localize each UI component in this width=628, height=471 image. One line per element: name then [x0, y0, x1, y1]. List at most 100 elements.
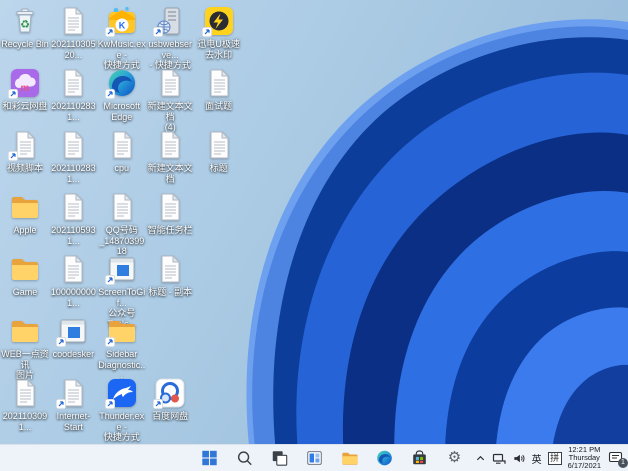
- desktop-icon-doc-1000000001[interactable]: 1000000001...: [49, 253, 97, 308]
- icon-label: 标题 - 副本: [148, 287, 193, 297]
- desktop-icon-usbwebserver-shortcut[interactable]: usbwebserve... - 快捷方式: [146, 5, 194, 71]
- desktop-icon-doc-mianshiti[interactable]: 面试题: [195, 67, 243, 112]
- network-icon[interactable]: [492, 452, 506, 465]
- icon-label: usbwebserve... - 快捷方式: [148, 39, 192, 70]
- start-button[interactable]: [196, 447, 224, 469]
- icon-label: 百度网盘: [152, 411, 189, 421]
- shortcut-arrow-icon: [104, 89, 115, 99]
- desktop-icon-folder-game[interactable]: Game: [1, 253, 49, 298]
- edge-icon: [104, 67, 138, 99]
- windows-desktop: ♻ Recycle Bin 20211030520... K KwMusic.exe -…: [0, 0, 628, 471]
- clock[interactable]: 12:21 PM Thursday 6/17/2021: [568, 446, 601, 470]
- system-tray: 英 拼 12:21 PM Thursday 6/17/2021 1: [475, 445, 628, 471]
- svg-text:K: K: [119, 21, 126, 31]
- desktop-icon-doc-2021103091[interactable]: 2021103091...: [1, 377, 49, 432]
- tray-chevron-up-icon[interactable]: [475, 453, 486, 464]
- shortcut-arrow-icon: [153, 399, 164, 409]
- doc-icon: [203, 67, 235, 99]
- desktop-icon-doc-2021102831-a[interactable]: 2021102831...: [49, 67, 97, 122]
- desktop-icon-microsoft-edge-shortcut[interactable]: Microsoft Edge: [98, 67, 146, 122]
- desktop-icon-baidu-netdisk[interactable]: 百度网盘: [146, 377, 194, 422]
- settings-button[interactable]: ⚙: [441, 447, 469, 469]
- icon-label: KwMusic.exe - 快捷方式: [97, 39, 146, 70]
- shortcut-arrow-icon: [104, 27, 115, 37]
- doc-icon: [9, 377, 41, 409]
- icon-label: 新建文本文档 (4): [147, 101, 193, 132]
- desktop-icon-recycle-bin[interactable]: ♻ Recycle Bin: [1, 5, 49, 50]
- icon-label: Apple: [13, 225, 37, 235]
- task-view-button[interactable]: [266, 447, 294, 469]
- desktop-icon-new-text-doc-4[interactable]: 新建文本文档 (4): [146, 67, 194, 133]
- icon-label: 视频脚本: [6, 163, 43, 173]
- doc-icon: [154, 129, 186, 161]
- desktop-icon-doc-cpu[interactable]: cpu: [98, 129, 146, 174]
- file-explorer-button[interactable]: [336, 447, 364, 469]
- folder-icon: [9, 253, 41, 285]
- icon-label: 1000000001...: [50, 287, 96, 308]
- edge-button[interactable]: [371, 447, 399, 469]
- shortcut-arrow-icon: [56, 337, 67, 347]
- icon-label: Game: [12, 287, 38, 297]
- doc-icon: [56, 377, 89, 409]
- folder-icon: [9, 315, 41, 347]
- desktop-icon-doc-smart-taskbar[interactable]: 智能任务栏: [146, 191, 194, 236]
- desktop-icon-speed-app-shortcut[interactable]: 迅电U极速去水印: [195, 5, 243, 60]
- desktop-icon-doc-20211030520[interactable]: 20211030520...: [49, 5, 97, 60]
- doc-icon: [57, 129, 89, 161]
- search-button[interactable]: [231, 447, 259, 469]
- store-button[interactable]: [406, 447, 434, 469]
- doc-icon: [154, 253, 186, 285]
- desktop-icon-doc-qq-number[interactable]: QQ号码 _1487039918: [98, 191, 146, 257]
- desktop-icon-hecaiyun-netdisk[interactable]: m 和彩云网盘: [1, 67, 49, 112]
- usbserver-icon: [153, 5, 186, 37]
- notification-badge: 1: [618, 458, 628, 468]
- icon-label: 迅电U极速去水印: [197, 39, 240, 60]
- doc-icon: [57, 5, 89, 37]
- icon-label: Recycle Bin: [1, 39, 49, 49]
- icon-label: 2021102831...: [51, 101, 96, 122]
- desktop-icon-doc-biaoti[interactable]: 标题: [195, 129, 243, 174]
- settings-icon: ⚙: [447, 449, 462, 466]
- icon-label: QQ号码 _1487039918: [99, 225, 145, 256]
- doc-icon: [106, 191, 138, 223]
- appwin-icon: [104, 253, 138, 285]
- shortcut-arrow-icon: [104, 399, 115, 409]
- desktop-icon-doc-2021102831-b[interactable]: 2021102831...: [49, 129, 97, 184]
- search-icon: [236, 449, 254, 467]
- desktop-icon-thunder-shortcut[interactable]: Thunder.exe - 快捷方式: [98, 377, 146, 443]
- widgets-button[interactable]: [301, 447, 329, 469]
- icon-label: Microsoft Edge: [103, 101, 141, 122]
- desktop-icon-doc-biaoti-copy[interactable]: 标题 - 副本: [146, 253, 194, 298]
- desktop-icon-doc-shipinjiaoben[interactable]: 视频脚本: [1, 129, 49, 174]
- hecaiyun-icon: m: [8, 67, 41, 99]
- shortcut-arrow-icon: [8, 89, 18, 99]
- icon-label: 面试题: [205, 101, 233, 111]
- ime-pinyin-indicator[interactable]: 拼: [547, 451, 562, 465]
- desktop-icon-coodesker-shortcut[interactable]: coodesker: [49, 315, 97, 360]
- icon-label: WEB一点资讯 图片: [1, 349, 49, 380]
- desktop-icon-new-text-doc[interactable]: 新建文本文档: [146, 129, 194, 184]
- icon-label: Thunder.exe - 快捷方式: [99, 411, 145, 442]
- icon-label: 新建文本文档: [147, 163, 193, 184]
- desktop-icon-internet-start[interactable]: Internet-Start: [49, 377, 97, 432]
- desktop-icon-kwmusic-shortcut[interactable]: K KwMusic.exe - 快捷方式: [98, 5, 146, 71]
- icon-label: 标题: [209, 163, 228, 173]
- appwin-icon: [56, 315, 89, 347]
- notification-center-button[interactable]: 1: [607, 450, 628, 468]
- folder-icon: [104, 315, 138, 347]
- shortcut-arrow-icon: [201, 27, 212, 37]
- ime-language-indicator[interactable]: 英: [532, 451, 542, 466]
- svg-text:♻: ♻: [20, 19, 30, 31]
- volume-icon[interactable]: [512, 452, 526, 465]
- doc-icon: [57, 191, 89, 223]
- doc-icon: [8, 129, 41, 161]
- taskview-icon: [271, 449, 289, 467]
- shortcut-arrow-icon: [104, 275, 115, 285]
- desktop-icon-folder-apple[interactable]: Apple: [1, 191, 49, 236]
- shortcut-arrow-icon: [8, 151, 18, 161]
- desktop-icon-doc-2021105931[interactable]: 2021105931...: [49, 191, 97, 246]
- desktop-icon-folder-sidebar-diagnostics[interactable]: Sidebar Diagnostic...: [98, 315, 146, 381]
- icon-label: 20211030520...: [51, 39, 96, 60]
- folder-icon: [9, 191, 41, 223]
- desktop-icon-folder-web-yidianzixun[interactable]: WEB一点资讯 图片: [1, 315, 49, 381]
